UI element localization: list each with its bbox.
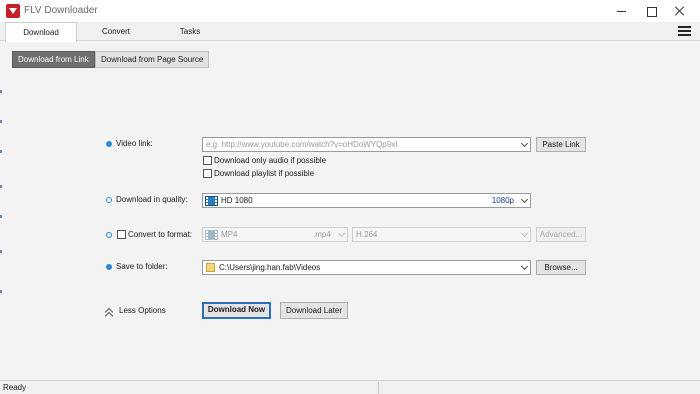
convert-label: Convert to format: — [128, 230, 193, 239]
tab-tasks[interactable]: Tasks — [155, 22, 225, 41]
quality-bullet — [106, 197, 112, 203]
advanced-button[interactable]: Advanced... — [536, 227, 586, 242]
quality-resolution: 1080p — [491, 196, 514, 205]
download-from-link-button[interactable]: Download from Link — [12, 51, 95, 68]
convert-bullet — [106, 232, 112, 238]
title-bar: FLV Downloader — [0, 0, 700, 22]
audio-only-checkbox[interactable] — [203, 156, 212, 165]
film-icon — [205, 230, 218, 240]
download-from-page-source-button[interactable]: Download from Page Source — [95, 51, 210, 68]
main-tabs: Download Convert Tasks — [0, 22, 700, 42]
video-link-input[interactable]: e.g. http://www.youtube.com/watch?v=oHDo… — [202, 137, 531, 152]
film-icon — [205, 196, 218, 206]
chevron-down-icon[interactable] — [520, 229, 529, 238]
download-later-button[interactable]: Download Later — [280, 302, 348, 319]
status-bar: Ready — [0, 380, 700, 394]
codec-value: H.264 — [356, 230, 378, 239]
playlist-checkbox[interactable] — [203, 169, 212, 178]
chevron-down-icon[interactable] — [520, 195, 529, 204]
folder-icon — [206, 263, 215, 272]
download-arrow-icon — [6, 4, 20, 18]
chevron-down-icon[interactable] — [520, 262, 529, 271]
quality-label: Download in quality: — [116, 195, 188, 204]
codec-select[interactable]: H.264 — [352, 227, 531, 242]
folder-label: Save to folder: — [116, 262, 168, 271]
maximize-button[interactable] — [637, 2, 665, 20]
video-link-placeholder: e.g. http://www.youtube.com/watch?v=oHDo… — [206, 140, 398, 149]
status-text: Ready — [3, 383, 27, 392]
paste-link-button[interactable]: Paste Link — [536, 137, 586, 152]
left-edge-markers — [0, 90, 2, 300]
chevron-down-icon[interactable] — [337, 229, 346, 238]
chevron-down-icon[interactable] — [520, 139, 529, 148]
quality-value: HD 1080 — [221, 196, 253, 205]
folder-bullet — [106, 264, 112, 270]
app-window: FLV Downloader Download Convert Tasks Do… — [0, 0, 700, 394]
download-now-button[interactable]: Download Now — [202, 302, 271, 319]
playlist-label: Download playlist if possible — [214, 169, 315, 178]
format-value: MP4 — [221, 230, 238, 239]
quality-select[interactable]: HD 1080 1080p — [202, 193, 531, 208]
hamburger-menu-icon[interactable] — [678, 26, 691, 37]
status-divider — [378, 382, 379, 394]
convert-checkbox[interactable] — [117, 230, 126, 239]
close-button[interactable] — [666, 2, 694, 20]
minimize-button[interactable] — [608, 2, 636, 20]
browse-button[interactable]: Browse... — [536, 260, 586, 275]
video-link-bullet — [106, 141, 112, 147]
less-options-link[interactable]: Less Options — [119, 306, 166, 315]
audio-only-label: Download only audio if possible — [214, 156, 327, 165]
folder-path: C:\Users\jing.han.fab\Videos — [219, 263, 321, 272]
format-extension: .mp4 — [313, 230, 331, 239]
tab-convert[interactable]: Convert — [78, 22, 154, 41]
window-title: FLV Downloader — [24, 5, 98, 16]
video-link-label: Video link: — [116, 139, 153, 148]
tab-download[interactable]: Download — [5, 22, 77, 42]
folder-select[interactable]: C:\Users\jing.han.fab\Videos — [202, 260, 531, 275]
format-select[interactable]: MP4 .mp4 — [202, 227, 348, 242]
